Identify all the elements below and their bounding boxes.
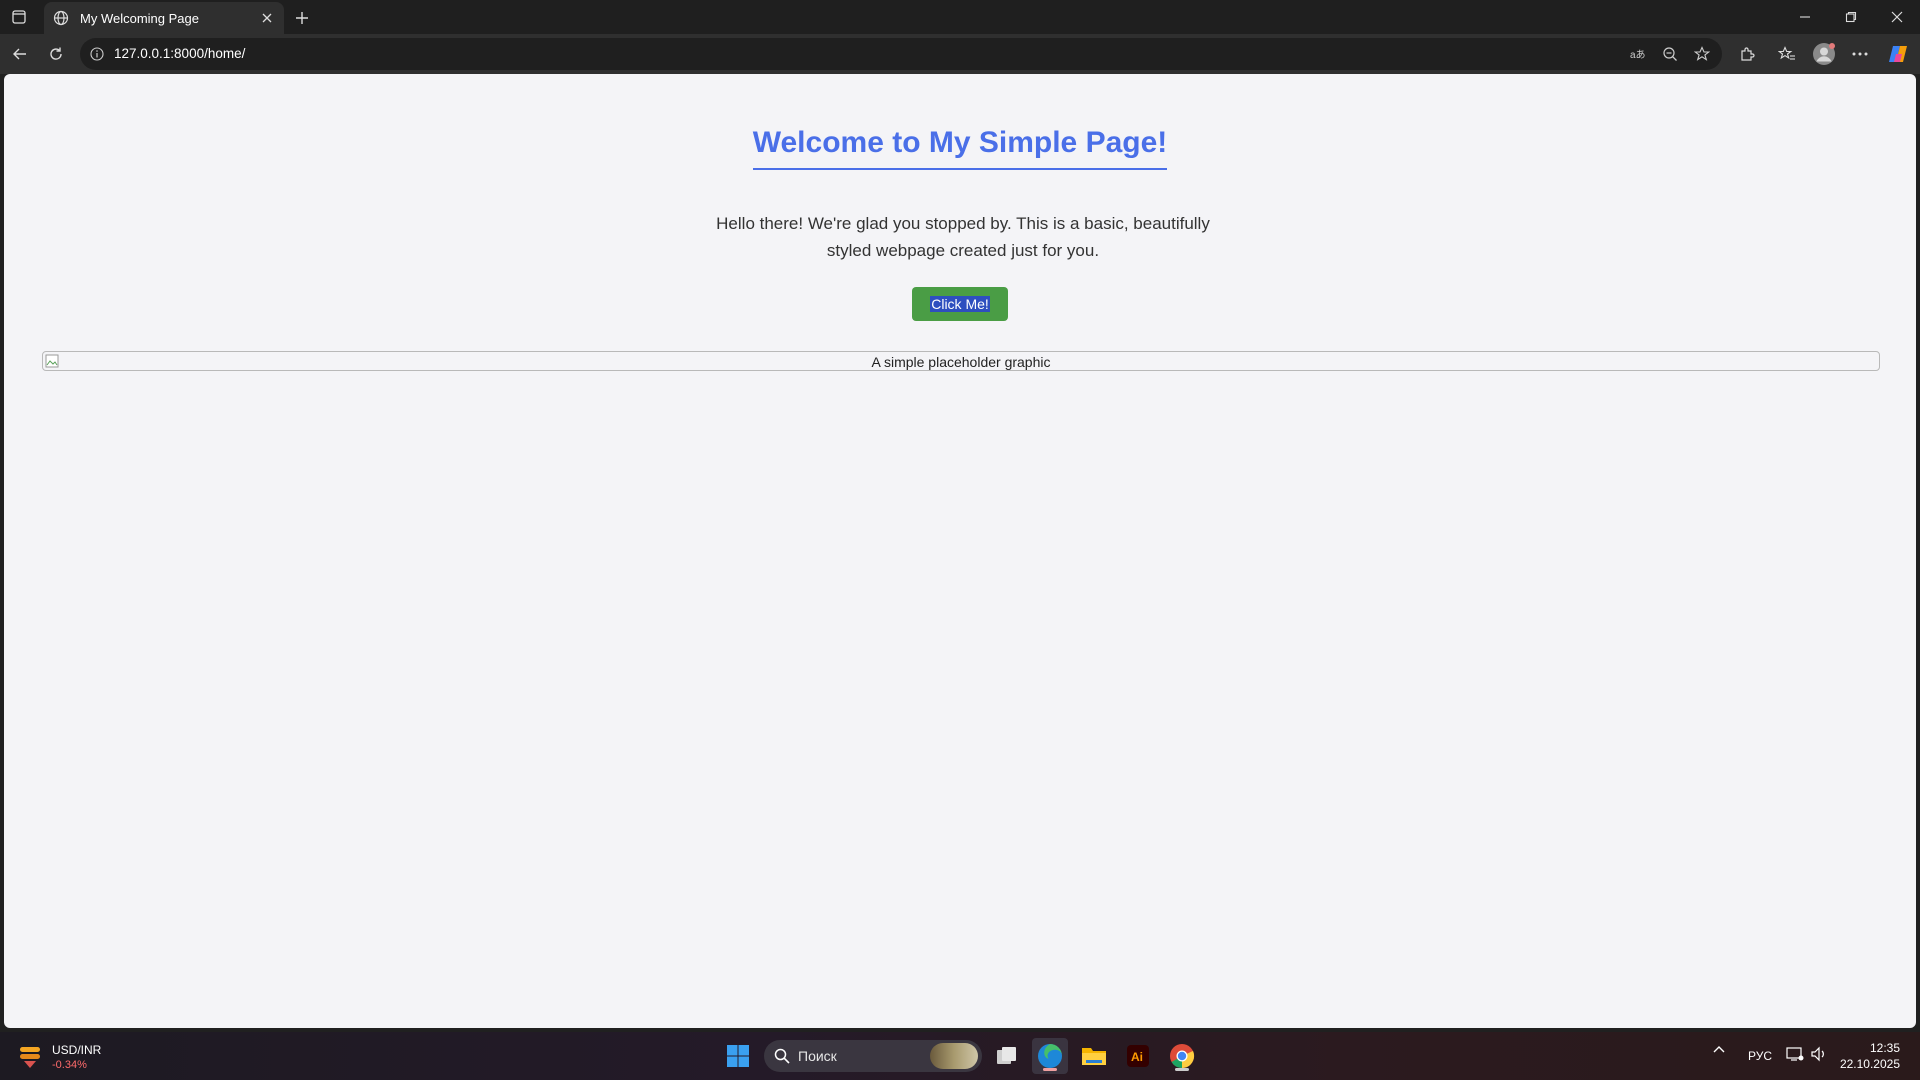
active-indicator [1043, 1068, 1057, 1071]
address-bar[interactable]: 127.0.0.1:8000/home/ aあ [80, 38, 1722, 70]
search-label: Поиск [798, 1048, 837, 1064]
svg-text:aあ: aあ [1630, 49, 1646, 61]
close-window-icon[interactable] [1874, 0, 1920, 34]
active-indicator [1175, 1068, 1189, 1071]
url-text[interactable]: 127.0.0.1:8000/home/ [114, 46, 245, 61]
system-clock[interactable]: 12:35 22.10.2025 [1840, 1040, 1900, 1072]
chrome-icon[interactable] [1164, 1038, 1200, 1074]
widget-change: -0.34% [52, 1059, 87, 1071]
extensions-icon[interactable] [1733, 40, 1761, 68]
tab-title: My Welcoming Page [80, 10, 199, 26]
click-me-label: Click Me! [930, 296, 990, 312]
search-highlight-image [930, 1043, 978, 1069]
globe-icon [52, 9, 70, 27]
network-icon[interactable] [1786, 1046, 1804, 1065]
language-indicator[interactable]: РУС [1748, 1049, 1772, 1063]
currency-chart-icon [20, 1047, 40, 1068]
tray-overflow-icon[interactable] [1712, 1042, 1726, 1059]
new-tab-icon[interactable] [290, 6, 314, 30]
file-explorer-icon[interactable] [1076, 1038, 1112, 1074]
clock-date: 22.10.2025 [1839, 1057, 1900, 1071]
title-bar: My Welcoming Page [0, 0, 1920, 34]
more-options-icon[interactable] [1846, 40, 1874, 68]
image-alt-text: A simple placeholder graphic [871, 354, 1051, 370]
click-me-button[interactable]: Click Me! [912, 287, 1008, 321]
edge-browser-icon[interactable] [1032, 1038, 1068, 1074]
volume-icon[interactable] [1810, 1046, 1828, 1065]
illustrator-icon[interactable]: Ai [1120, 1038, 1156, 1074]
minimize-icon[interactable] [1782, 0, 1828, 34]
favorite-star-icon[interactable] [1690, 43, 1714, 65]
search-icon [774, 1048, 790, 1064]
zoom-out-icon[interactable] [1658, 43, 1682, 65]
browser-tab[interactable]: My Welcoming Page [44, 2, 284, 34]
restore-icon[interactable] [1828, 0, 1874, 34]
tab-actions-icon[interactable] [8, 6, 30, 28]
widget-pair: USD/INR [52, 1043, 102, 1057]
svg-text:Ai: Ai [1131, 1050, 1143, 1064]
taskbar: USD/INR -0.34% Поиск Ai РУС 12:35 22.10.… [0, 1032, 1920, 1080]
taskbar-search[interactable]: Поиск [764, 1040, 982, 1072]
profile-avatar-icon[interactable] [1810, 40, 1838, 68]
task-view-icon[interactable] [989, 1038, 1025, 1074]
favorites-icon[interactable] [1773, 40, 1801, 68]
back-icon[interactable] [6, 40, 34, 68]
close-tab-icon[interactable] [258, 9, 276, 27]
intro-paragraph: Hello there! We're glad you stopped by. … [716, 214, 1210, 260]
page-heading: Welcome to My Simple Page! [752, 126, 1168, 170]
placeholder-image: A simple placeholder graphic [42, 351, 1880, 371]
refresh-icon[interactable] [42, 40, 70, 68]
browser-toolbar: 127.0.0.1:8000/home/ aあ [0, 34, 1920, 74]
translate-icon[interactable]: aあ [1626, 43, 1650, 65]
page-viewport: Welcome to My Simple Page! Hello there! … [4, 74, 1916, 1028]
copilot-icon[interactable] [1884, 40, 1912, 68]
page-heading-wrap: Welcome to My Simple Page! [4, 126, 1916, 170]
currency-widget[interactable]: USD/INR -0.34% [16, 1040, 101, 1074]
site-info-icon[interactable] [88, 45, 106, 63]
start-windows-icon[interactable] [720, 1038, 756, 1074]
clock-time: 12:35 [1869, 1041, 1900, 1055]
